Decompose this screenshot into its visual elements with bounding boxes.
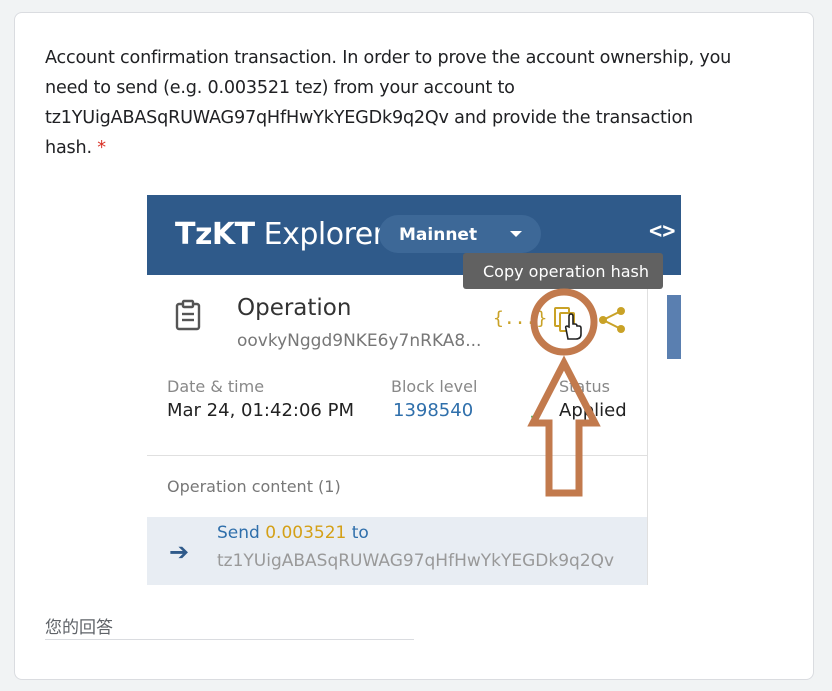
question-line: need to send (e.g. 0.003521 tez) from yo… <box>45 78 515 98</box>
question-text: Account confirmation transaction. In ord… <box>45 43 785 163</box>
chevron-down-icon <box>510 231 522 237</box>
check-icon: ✓ <box>529 407 541 423</box>
scrollbar-thumb <box>667 295 681 359</box>
operation-content-label: Operation content (1) <box>167 477 341 496</box>
status-value: Applied <box>559 400 627 421</box>
block-value: 1398540 <box>393 400 474 421</box>
tzkt-logo: TzKT Explorer <box>175 217 385 252</box>
divider <box>147 455 647 456</box>
operation-title: Operation <box>237 295 352 321</box>
send-row: ➔ Send 0.003521 to tz1YUigABASqRUWAG97qH… <box>147 517 647 585</box>
explorer-screenshot-image: TzKT Explorer Mainnet <> Operation oovky… <box>147 195 681 585</box>
date-value: Mar 24, 01:42:06 PM <box>167 400 354 421</box>
question-card: Account confirmation transaction. In ord… <box>14 12 814 680</box>
send-amount: 0.003521 <box>265 523 347 543</box>
question-line: hash. <box>45 138 92 158</box>
answer-placeholder[interactable]: 您的回答 <box>45 613 113 638</box>
network-label: Mainnet <box>399 225 478 245</box>
answer-input-underline[interactable] <box>45 639 414 640</box>
network-selector: Mainnet <box>379 215 541 253</box>
send-address: tz1YUigABASqRUWAG97qHfHwYkYEGDk9q2Qv <box>217 551 615 571</box>
json-icon: {...} <box>493 308 548 329</box>
operation-hash: oovkyNggd9NKE6y7nRKA8... <box>237 331 482 351</box>
hand-pointer-icon <box>564 313 582 340</box>
date-label: Date & time <box>167 377 265 396</box>
tooltip: Copy operation hash <box>463 253 663 289</box>
code-icon: <> <box>649 219 676 244</box>
send-summary: Send 0.003521 to <box>217 523 369 543</box>
clipboard-icon <box>175 299 201 331</box>
arrow-right-icon: ➔ <box>169 538 190 566</box>
question-line: Account confirmation transaction. In ord… <box>45 48 732 68</box>
question-line: tz1YUigABASqRUWAG97qHfHwYkYEGDk9q2Qv and… <box>45 108 693 128</box>
share-icon <box>599 307 625 333</box>
required-asterisk: * <box>97 138 106 158</box>
status-label: Status <box>559 377 610 396</box>
block-label: Block level <box>391 377 478 396</box>
